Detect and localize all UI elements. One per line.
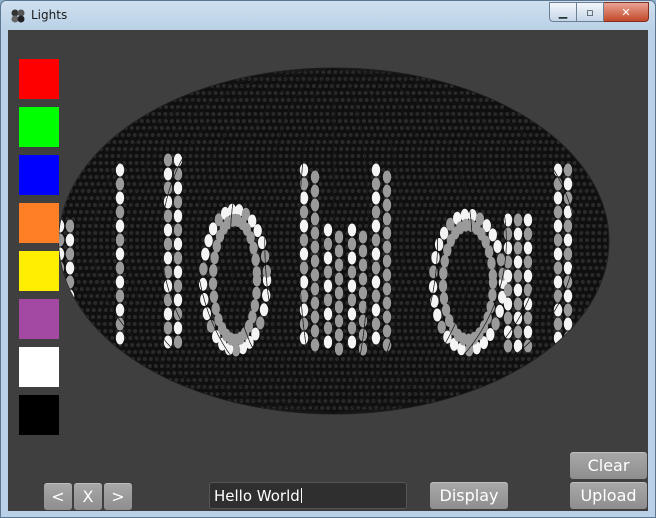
next-button[interactable]: > xyxy=(104,483,132,510)
clear-x-button[interactable]: X xyxy=(74,483,102,510)
maximize-icon: ▫ xyxy=(586,5,594,19)
minimize-button[interactable]: ▁ xyxy=(549,2,577,22)
clear-button[interactable]: Clear xyxy=(570,452,647,479)
title-bar: Lights ▁ ▫ ✕ xyxy=(1,1,655,31)
prev-button[interactable]: < xyxy=(44,483,72,510)
color-swatch-black[interactable] xyxy=(19,395,59,435)
app-icon xyxy=(11,9,25,23)
color-swatch-red[interactable] xyxy=(19,59,59,99)
app-window: Lights ▁ ▫ ✕ < X > Hello World Display C… xyxy=(0,0,656,518)
light-globe[interactable] xyxy=(8,30,648,511)
display-button[interactable]: Display xyxy=(430,482,508,509)
color-swatch-white[interactable] xyxy=(19,347,59,387)
color-swatch-yellow[interactable] xyxy=(19,251,59,291)
upload-button[interactable]: Upload xyxy=(570,482,647,509)
text-caret xyxy=(300,488,302,503)
maximize-button[interactable]: ▫ xyxy=(577,2,604,22)
message-input[interactable]: Hello World xyxy=(209,482,407,509)
minimize-icon: ▁ xyxy=(558,5,568,19)
color-swatch-orange[interactable] xyxy=(19,203,59,243)
color-swatch-blue[interactable] xyxy=(19,155,59,195)
color-swatch-purple[interactable] xyxy=(19,299,59,339)
color-swatch-green[interactable] xyxy=(19,107,59,147)
window-title: Lights xyxy=(31,8,68,22)
close-icon: ✕ xyxy=(621,5,631,19)
close-button[interactable]: ✕ xyxy=(604,2,649,22)
caption-buttons: ▁ ▫ ✕ xyxy=(549,2,649,22)
message-text: Hello World xyxy=(214,487,300,505)
client-area: < X > Hello World Display Clear Upload xyxy=(8,30,648,511)
